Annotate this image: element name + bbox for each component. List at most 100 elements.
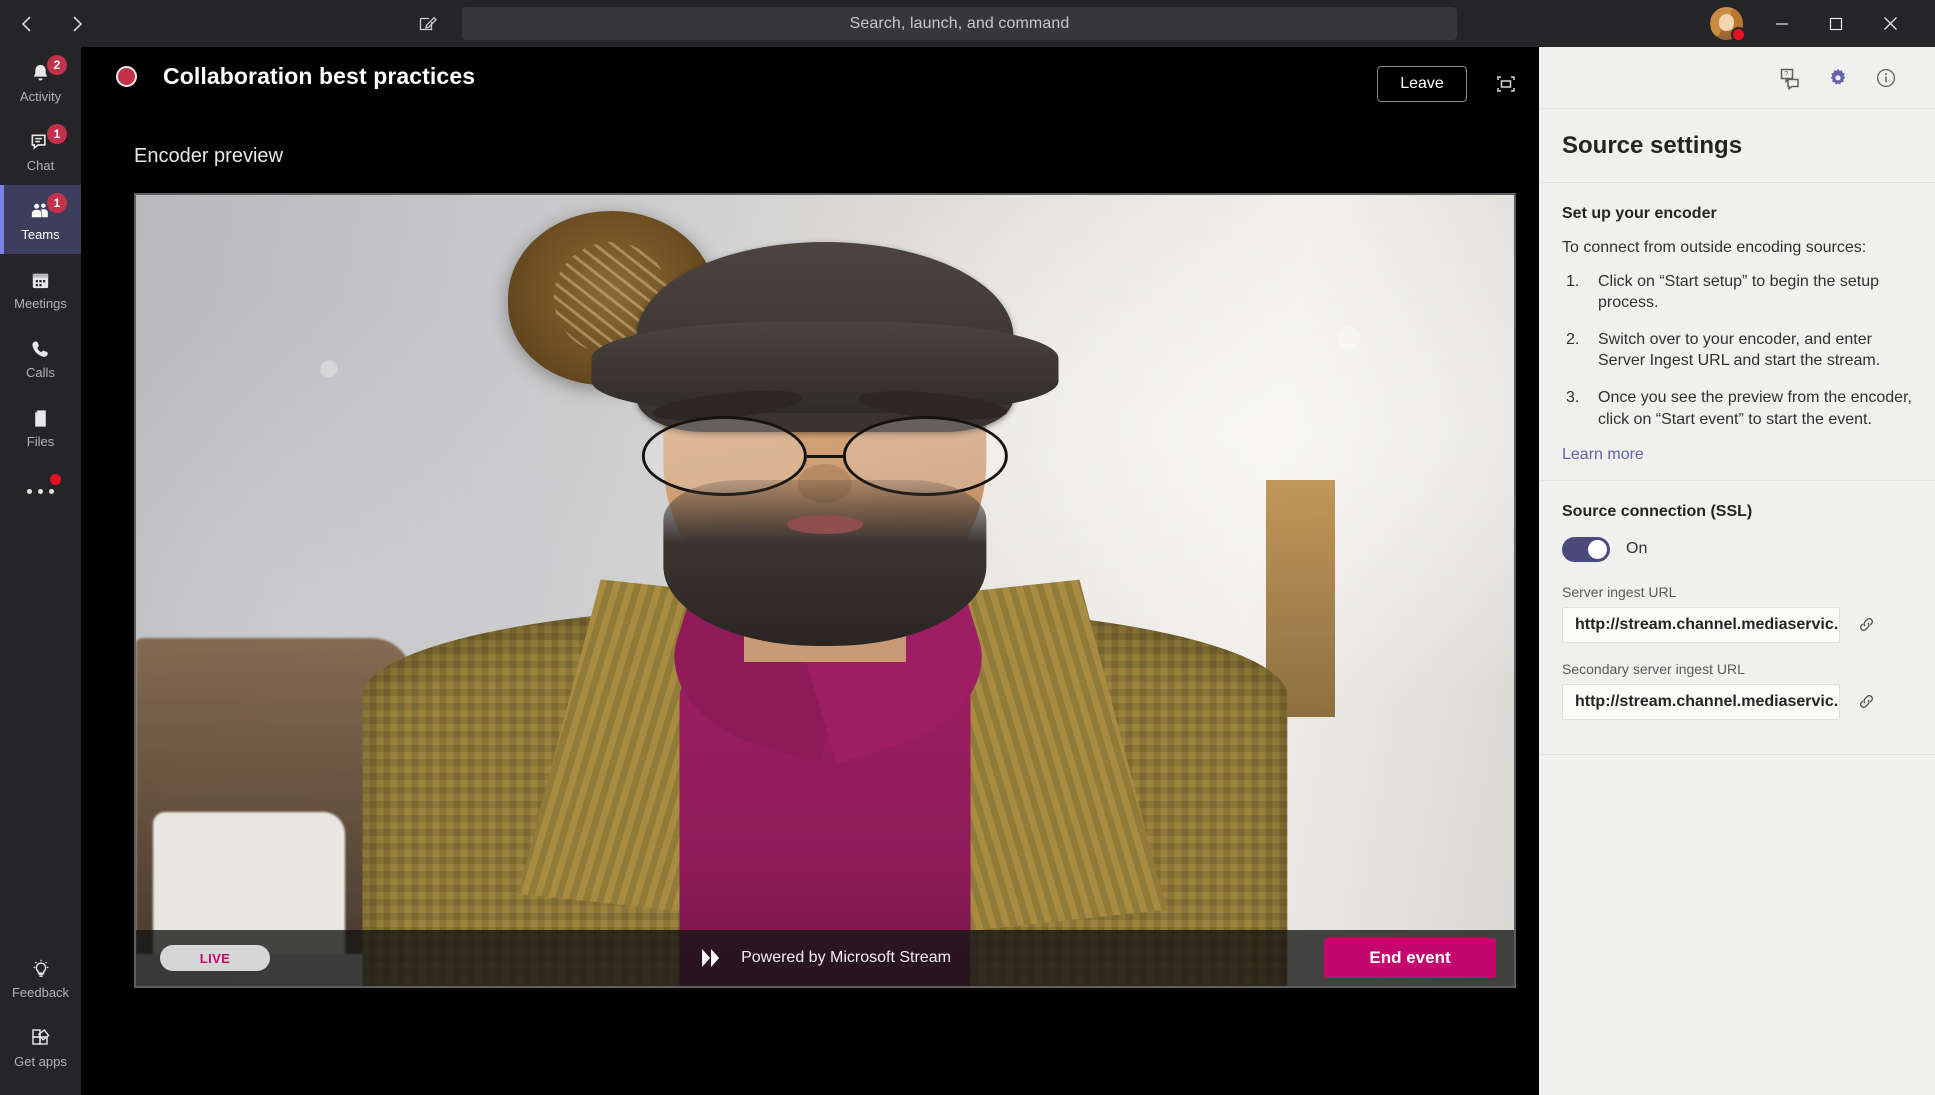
- source-connection-section: Source connection (SSL) On Server ingest…: [1539, 481, 1935, 755]
- svg-text:?: ?: [1784, 71, 1788, 78]
- glasses-bridge: [806, 454, 844, 458]
- close-button[interactable]: [1863, 0, 1917, 47]
- fullscreen-icon: [1497, 76, 1515, 92]
- powered-by-stream: Powered by Microsoft Stream: [699, 945, 951, 971]
- minimize-icon: [1776, 22, 1788, 25]
- list-item: Once you see the preview from the encode…: [1566, 387, 1912, 428]
- sidebar-item-label: Feedback: [11, 984, 70, 1000]
- panel-toolbar: ?: [1539, 47, 1935, 109]
- encoder-setup-section: Set up your encoder To connect from outs…: [1539, 183, 1935, 481]
- secondary-server-ingest-url-label: Secondary server ingest URL: [1562, 660, 1745, 677]
- sidebar-item-feedback[interactable]: Feedback: [0, 943, 81, 1012]
- source-connection-toggle-row: On: [1562, 536, 1912, 562]
- close-icon: [1883, 17, 1897, 30]
- sidebar-item-get-apps[interactable]: Get apps: [0, 1012, 81, 1081]
- encoder-setup-steps: Click on “Start setup” to begin the setu…: [1562, 271, 1912, 430]
- q-and-a-icon: ?: [1780, 68, 1799, 90]
- powered-by-text: Powered by Microsoft Stream: [741, 949, 951, 966]
- sidebar-item-label: Teams: [21, 226, 60, 242]
- live-badge[interactable]: LIVE: [160, 945, 270, 971]
- player-control-bar: LIVE Powered by Microsoft Stream End eve…: [136, 930, 1514, 986]
- copy-link-icon: [1859, 695, 1873, 709]
- sidebar-item-teams[interactable]: 1 Teams: [0, 185, 81, 254]
- source-connection-heading: Source connection (SSL): [1562, 502, 1753, 520]
- search-input[interactable]: Search, launch, and command: [462, 7, 1457, 40]
- panel-title: Source settings: [1539, 109, 1935, 183]
- microsoft-stream-logo-icon: [702, 949, 720, 967]
- sidebar-item-label: Meetings: [14, 295, 67, 311]
- sidebar-item-files[interactable]: Files: [0, 392, 81, 461]
- sidebar-item-label: Chat: [26, 157, 55, 173]
- sidebar-item-activity[interactable]: 2 Activity: [0, 47, 81, 116]
- chevron-left-icon: [21, 15, 31, 32]
- fullscreen-button[interactable]: [1491, 69, 1521, 99]
- q-and-a-button[interactable]: ?: [1773, 61, 1807, 95]
- list-item: Click on “Start setup” to begin the setu…: [1566, 271, 1880, 312]
- chevron-right-icon: [73, 15, 83, 32]
- more-options-button[interactable]: [0, 461, 81, 521]
- avatar-face: [1718, 13, 1735, 31]
- info-circle-icon: [1876, 68, 1896, 88]
- meeting-header: Collaboration best practices: [116, 63, 475, 90]
- server-ingest-url-row: http://stream.channel.mediaservic...: [1562, 606, 1912, 643]
- copy-secondary-server-ingest-url-button[interactable]: [1854, 690, 1878, 714]
- encoder-setup-intro: To connect from outside encoding sources…: [1562, 239, 1867, 256]
- navigation-arrows: [13, 10, 91, 38]
- copy-server-ingest-url-button[interactable]: [1854, 613, 1878, 637]
- compose-new-chat-button[interactable]: [412, 8, 444, 40]
- chat-badge: 1: [47, 124, 67, 144]
- encoder-setup-heading: Set up your encoder: [1562, 205, 1717, 222]
- person-mouth: [787, 515, 863, 535]
- sidebar-item-label: Get apps: [14, 1053, 67, 1069]
- encoder-preview-player[interactable]: LIVE Powered by Microsoft Stream End eve…: [134, 193, 1516, 988]
- copy-link-icon: [1859, 618, 1873, 632]
- secondary-server-ingest-url-row: http://stream.channel.mediaservic...: [1562, 683, 1912, 720]
- gear-icon: [1830, 68, 1846, 85]
- more-options-icon: [27, 488, 54, 494]
- sidebar-item-chat[interactable]: 1 Chat: [0, 116, 81, 185]
- maximize-button[interactable]: [1809, 0, 1863, 47]
- calendar-icon: [28, 268, 54, 294]
- maximize-icon: [1829, 17, 1843, 30]
- forward-button[interactable]: [63, 10, 91, 38]
- source-connection-toggle[interactable]: [1562, 536, 1610, 562]
- search-placeholder-text: Search, launch, and command: [849, 14, 1070, 32]
- leave-button[interactable]: Leave: [1377, 66, 1467, 102]
- presence-status-dot: [1731, 27, 1746, 42]
- title-bar: Search, launch, and command: [0, 0, 1935, 47]
- more-options-alert-dot: [50, 474, 61, 485]
- teams-badge: 1: [47, 193, 67, 213]
- secondary-server-ingest-url-input[interactable]: http://stream.channel.mediaservic...: [1562, 683, 1840, 720]
- minimize-button[interactable]: [1755, 0, 1809, 47]
- sidebar-item-calls[interactable]: Calls: [0, 323, 81, 392]
- compose-new-chat-icon: [419, 16, 438, 31]
- back-button[interactable]: [13, 10, 41, 38]
- file-icon: [28, 406, 54, 432]
- sidebar-item-meetings[interactable]: Meetings: [0, 254, 81, 323]
- recording-dot-icon: [116, 66, 137, 87]
- person-beard: [663, 479, 987, 646]
- activity-badge: 2: [47, 55, 67, 75]
- server-ingest-url-input[interactable]: http://stream.channel.mediaservic...: [1562, 606, 1840, 643]
- encoder-preview-label: Encoder preview: [134, 145, 283, 167]
- list-item: Switch over to your encoder, and enter S…: [1566, 329, 1881, 370]
- info-button[interactable]: [1869, 61, 1903, 95]
- get-apps-icon: [28, 1026, 54, 1052]
- meeting-stage: Collaboration best practices Leave Encod…: [81, 47, 1539, 1095]
- lightbulb-icon: [28, 957, 54, 983]
- server-ingest-url-label: Server ingest URL: [1562, 583, 1677, 600]
- app-rail: 2 Activity 1 Chat 1 Teams Meetings Calls…: [0, 47, 81, 1095]
- sidebar-item-label: Calls: [26, 364, 55, 380]
- sidebar-item-label: Activity: [19, 88, 62, 104]
- settings-button[interactable]: [1821, 61, 1855, 95]
- video-feed: [136, 195, 1514, 986]
- learn-more-link[interactable]: Learn more: [1562, 446, 1644, 464]
- phone-icon: [28, 337, 54, 363]
- end-event-button[interactable]: End event: [1324, 938, 1496, 978]
- sidebar-item-label: Files: [26, 433, 55, 449]
- toggle-knob: [1588, 539, 1607, 559]
- toggle-state-label: On: [1626, 540, 1648, 558]
- page-title: Collaboration best practices: [163, 63, 476, 89]
- source-settings-panel: ? Source settings Set up your encoder To…: [1539, 47, 1935, 1095]
- rail-bottom-group: Feedback Get apps: [0, 943, 81, 1081]
